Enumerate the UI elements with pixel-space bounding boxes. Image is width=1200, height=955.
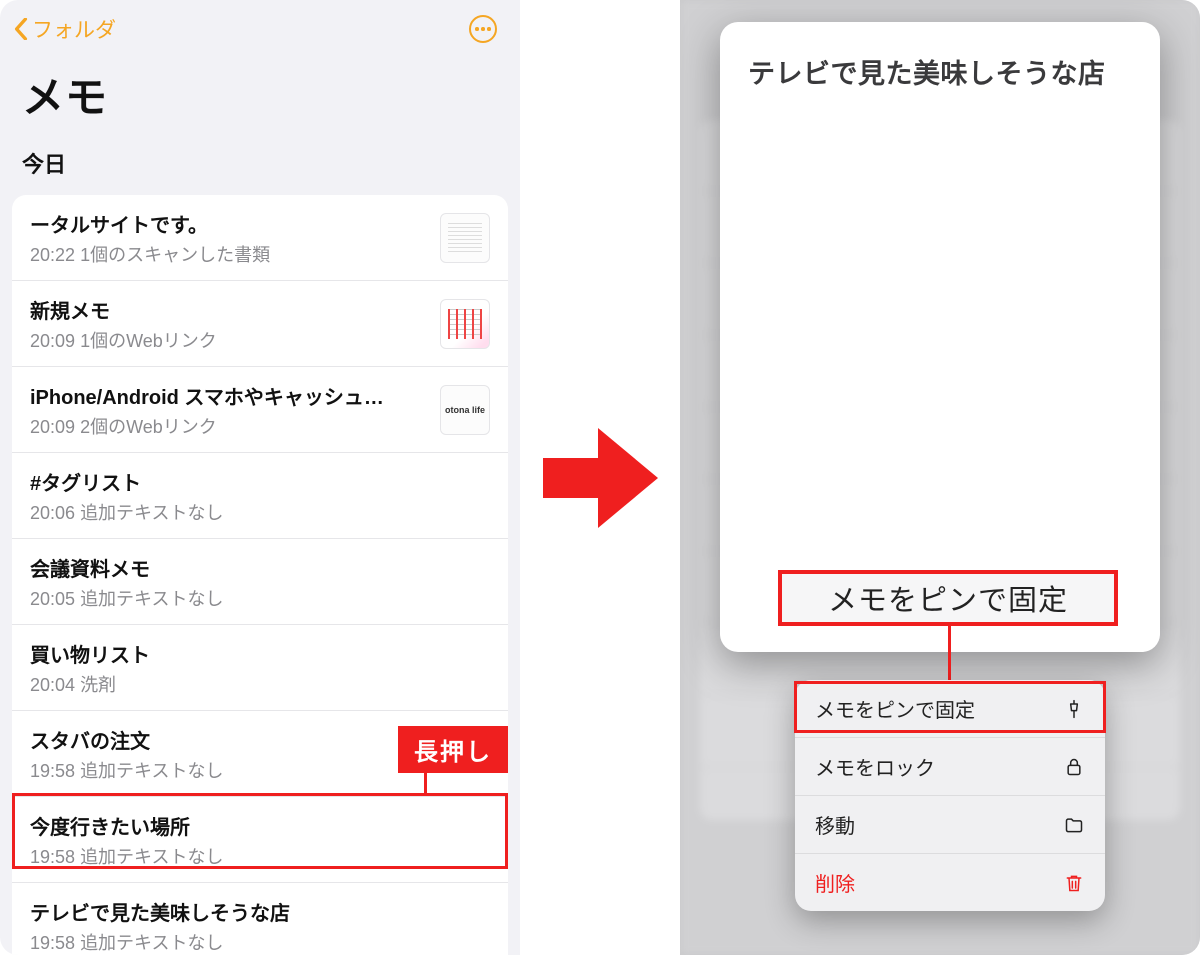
menu-item-lock[interactable]: メモをロック <box>795 738 1105 796</box>
note-thumbnail <box>440 213 490 263</box>
menu-item-trash[interactable]: 削除 <box>795 854 1105 911</box>
notes-card: ータルサイトです。 20:22 1個のスキャンした書類新規メモ 20:09 1個のW… <box>12 195 508 955</box>
note-subtitle: 20:05 追加テキストなし <box>30 585 490 611</box>
menu-item-label: メモをピンで固定 <box>815 694 975 723</box>
note-subtitle: 20:09 1個のWebリンク <box>30 327 428 353</box>
arrow-right-icon <box>543 428 658 528</box>
note-title: #タグリスト <box>30 467 490 496</box>
lock-icon <box>1063 756 1085 778</box>
note-subtitle: 20:22 1個のスキャンした書類 <box>30 241 428 267</box>
preview-title: テレビで見た美味しそうな店 <box>748 52 1132 91</box>
note-subtitle: 20:06 追加テキストなし <box>30 499 490 525</box>
note-row[interactable]: iPhone/Android スマホやキャッシュ… 20:09 2個のWebリンク… <box>12 367 508 453</box>
note-row[interactable]: ータルサイトです。 20:22 1個のスキャンした書類 <box>12 195 508 281</box>
more-button[interactable] <box>468 14 498 44</box>
trash-icon <box>1063 872 1085 894</box>
note-thumbnail: otona life <box>440 385 490 435</box>
menu-item-folder[interactable]: 移動 <box>795 796 1105 854</box>
note-subtitle: 20:04 洗剤 <box>30 671 490 697</box>
annotation-pin-callout: メモをピンで固定 <box>778 570 1118 626</box>
arrow-panel <box>520 0 680 955</box>
context-menu: メモをピンで固定メモをロック移動削除 <box>795 680 1105 911</box>
back-label: フォルダ <box>32 14 116 44</box>
note-title: 新規メモ <box>30 295 428 324</box>
folder-icon <box>1063 814 1085 836</box>
note-subtitle: 19:58 追加テキストなし <box>30 929 490 955</box>
menu-item-label: 移動 <box>815 810 855 839</box>
notes-list-screen: フォルダ メモ 今日 ータルサイトです。20:22 1個のスキャンした書類新規メ… <box>0 0 520 955</box>
pin-icon <box>1063 698 1085 720</box>
page-title: メモ <box>0 56 520 143</box>
chevron-left-icon <box>14 18 28 40</box>
menu-item-label: メモをロック <box>815 752 935 781</box>
note-row[interactable]: #タグリスト 20:06 追加テキストなし <box>12 453 508 539</box>
note-title: テレビで見た美味しそうな店 <box>30 897 490 926</box>
note-title: ータルサイトです。 <box>30 209 428 238</box>
note-title: 会議資料メモ <box>30 553 490 582</box>
ellipsis-circle-icon <box>469 15 497 43</box>
note-subtitle: 20:09 2個のWebリンク <box>30 413 428 439</box>
note-row[interactable]: 今度行きたい場所 19:58 追加テキストなし <box>12 797 508 883</box>
note-row[interactable]: 会議資料メモ 20:05 追加テキストなし <box>12 539 508 625</box>
note-title: 買い物リスト <box>30 639 490 668</box>
note-preview-card[interactable]: テレビで見た美味しそうな店 <box>720 22 1160 652</box>
note-thumbnail <box>440 299 490 349</box>
note-row[interactable]: 買い物リスト 20:04 洗剤 <box>12 625 508 711</box>
note-row[interactable]: テレビで見た美味しそうな店 19:58 追加テキストなし <box>12 883 508 955</box>
section-today: 今日 <box>0 143 520 189</box>
annotation-connector <box>948 626 951 682</box>
back-button[interactable]: フォルダ <box>14 14 116 44</box>
menu-item-label: 削除 <box>815 868 855 897</box>
context-menu-screen: テレビで見た美味しそうな店 メモをピンで固定 メモをピンで固定メモをロック移動削… <box>680 0 1200 955</box>
note-subtitle: 19:58 追加テキストなし <box>30 843 490 869</box>
note-title: iPhone/Android スマホやキャッシュ… <box>30 381 428 410</box>
note-title: 今度行きたい場所 <box>30 811 490 840</box>
annotation-connector <box>424 770 427 794</box>
annotation-longpress-badge: 長押し <box>398 726 508 773</box>
menu-item-pin[interactable]: メモをピンで固定 <box>795 680 1105 738</box>
note-row[interactable]: 新規メモ 20:09 1個のWebリンク <box>12 281 508 367</box>
